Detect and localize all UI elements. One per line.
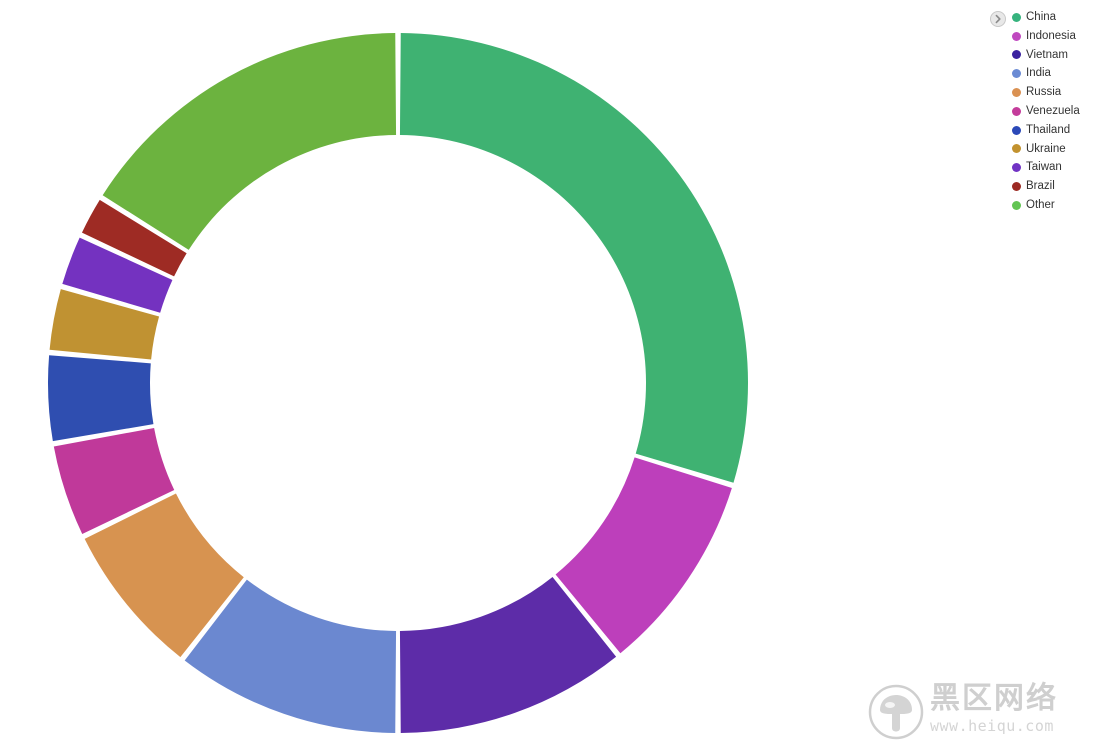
legend-swatch-dot [1012, 31, 1021, 41]
donut-slice[interactable] [399, 33, 749, 483]
legend-swatch-dot [1012, 200, 1021, 210]
legend-item[interactable]: Thailand [1012, 121, 1080, 140]
legend-swatch-dot [1012, 69, 1021, 79]
legend-item[interactable]: Taiwan [1012, 158, 1080, 177]
legend-item-label: Thailand [1026, 123, 1071, 136]
legend-swatch-dot [1012, 125, 1021, 135]
legend-item-label: Taiwan [1026, 161, 1062, 174]
donut-slice[interactable] [47, 355, 154, 442]
legend-item-label: India [1026, 67, 1051, 80]
legend-item-list[interactable]: China Indonesia Vietnam India Russia Venezuel… [1012, 8, 1080, 215]
legend-item-label: Other [1026, 198, 1055, 211]
legend-swatch-dot [1012, 88, 1021, 98]
legend-item-label: Vietnam [1026, 48, 1068, 61]
legend-item-label: China [1026, 11, 1057, 23]
donut-chart[interactable] [0, 0, 1102, 749]
legend-item-label: Russia [1026, 86, 1062, 99]
legend-item-label: Ukraine [1026, 142, 1066, 155]
legend-swatch-dot [1012, 12, 1021, 22]
legend-item[interactable]: India [1012, 64, 1080, 83]
donut-chart-container: China Indonesia Vietnam India Russia Venezuel… [0, 0, 1102, 749]
legend-item[interactable]: China [1012, 8, 1080, 27]
legend-item-label: Brazil [1026, 180, 1055, 193]
legend-item[interactable]: Indonesia [1012, 27, 1080, 46]
legend-swatch-dot [1012, 144, 1021, 154]
legend-item-label: Indonesia [1026, 29, 1076, 42]
donut-slice[interactable] [102, 33, 397, 250]
legend-item[interactable]: Ukraine [1012, 140, 1080, 159]
chevron-right-circle-icon[interactable] [990, 11, 1006, 27]
legend-item[interactable]: Venezuela [1012, 102, 1080, 121]
legend-swatch-dot [1012, 182, 1021, 192]
donut-slice-group[interactable] [47, 33, 749, 733]
legend-item[interactable]: Russia [1012, 83, 1080, 102]
legend-swatch-dot [1012, 50, 1021, 60]
legend-item[interactable]: Brazil [1012, 177, 1080, 196]
legend-swatch-dot [1012, 106, 1021, 116]
legend-item[interactable]: Vietnam [1012, 46, 1080, 65]
legend-item-label: Venezuela [1026, 104, 1080, 117]
legend-swatch-dot [1012, 163, 1021, 173]
legend-item[interactable]: Other [1012, 196, 1080, 215]
